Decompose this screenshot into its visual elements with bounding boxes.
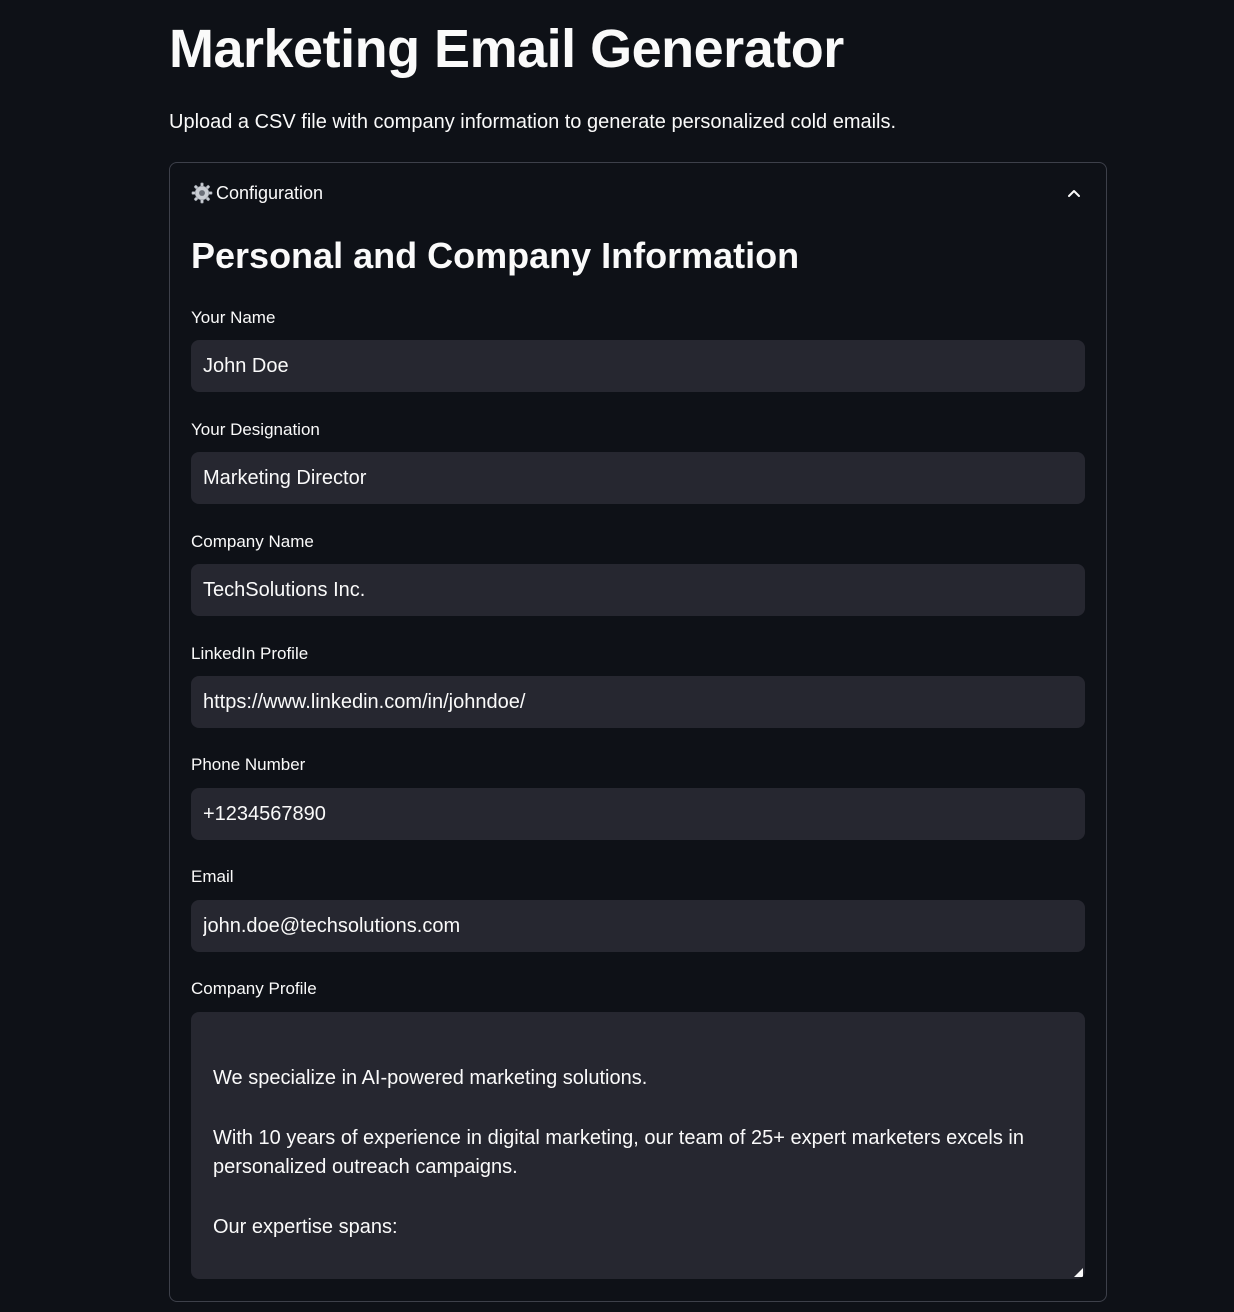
linkedin-input[interactable]: [191, 676, 1085, 728]
company-name-label: Company Name: [191, 532, 314, 551]
page-subtitle: Upload a CSV file with company informati…: [169, 111, 897, 133]
company-profile-textarea[interactable]: We specialize in AI-powered marketing so…: [191, 1012, 1085, 1279]
section-title: Personal and Company Information: [191, 235, 800, 276]
phone-input[interactable]: [191, 788, 1085, 840]
configuration-expander-header[interactable]: Configuration: [170, 163, 1106, 225]
your-name-input[interactable]: [191, 340, 1085, 392]
profile-paragraph: We specialize in AI-powered marketing so…: [213, 1067, 648, 1089]
configuration-expander: Configuration Personal and Company Infor…: [169, 162, 1107, 1302]
email-input[interactable]: [191, 900, 1085, 952]
company-profile-label: Company Profile: [191, 979, 317, 998]
profile-paragraph: With 10 years of experience in digital m…: [213, 1127, 1024, 1178]
designation-label: Your Designation: [191, 420, 320, 439]
linkedin-label: LinkedIn Profile: [191, 644, 309, 663]
your-name-label: Your Name: [191, 308, 276, 327]
profile-paragraph: Our expertise spans:: [213, 1216, 398, 1238]
expander-label: Configuration: [216, 183, 324, 203]
phone-label: Phone Number: [191, 755, 306, 774]
designation-input[interactable]: [191, 452, 1085, 504]
company-profile-text: We specialize in AI-powered marketing so…: [213, 1064, 1063, 1273]
gear-icon: [191, 182, 213, 204]
chevron-up-icon: [1068, 190, 1080, 197]
page-title: Marketing Email Generator: [169, 19, 844, 79]
email-label: Email: [191, 867, 234, 886]
resize-handle-icon[interactable]: [1073, 1267, 1083, 1277]
company-name-input[interactable]: [191, 564, 1085, 616]
